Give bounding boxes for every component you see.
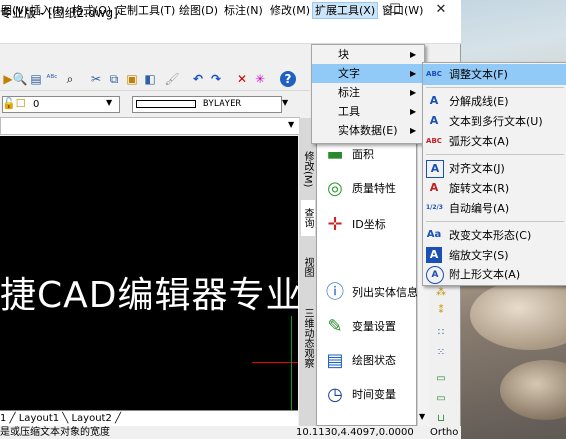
palette-item-time-variables[interactable]: ◷ 时间变量 bbox=[322, 380, 396, 410]
palette-item-id-point[interactable]: ✛ ID坐标 bbox=[322, 210, 385, 240]
menu-view[interactable]: 图(V) bbox=[0, 3, 30, 20]
purge-icon[interactable]: ✳ bbox=[252, 71, 268, 87]
tab-modify[interactable]: 修改(M) bbox=[301, 146, 315, 192]
menu-item-text[interactable]: 文字 bbox=[312, 64, 424, 83]
ucs-y-axis bbox=[291, 316, 292, 410]
text-to-mtext-icon: A bbox=[429, 114, 439, 127]
submenu-arrow-icon: ▶ bbox=[410, 69, 417, 78]
print-preview-icon[interactable]: 🔍 bbox=[12, 71, 28, 87]
menu-item-entity-data[interactable]: 实体数据(E) bbox=[312, 121, 424, 140]
redo-icon[interactable]: ↷ bbox=[208, 71, 224, 87]
layout-tabs[interactable]: 1 ╱ Layout1 ╲ Layout2 ╱ bbox=[0, 410, 298, 426]
print-icon[interactable]: ▤ bbox=[28, 71, 44, 87]
menu-insert[interactable]: 插入(I) bbox=[28, 3, 66, 20]
change-case-icon: Aa bbox=[426, 229, 442, 240]
menu-bar bbox=[0, 22, 461, 44]
submenu-arrow-icon: ▶ bbox=[410, 50, 417, 59]
menu-item-text-on-shape[interactable]: A 附上形文本(A) bbox=[423, 264, 566, 285]
text-on-shape-icon: A bbox=[426, 266, 444, 284]
menu-item-change-case[interactable]: Aa 改变文本形态(C) bbox=[423, 225, 566, 246]
submenu-arrow-icon: ▶ bbox=[410, 88, 417, 97]
scale-text-icon: A bbox=[426, 247, 442, 263]
color-swatch bbox=[136, 100, 196, 108]
palette-item-drawing-status[interactable]: ▤ 绘图状态 bbox=[322, 346, 396, 376]
explode-text-icon: A bbox=[429, 94, 439, 107]
menu-item-explode-text[interactable]: A 分解成线(E) bbox=[423, 91, 566, 112]
menu-draw[interactable]: 绘图(D) bbox=[177, 3, 220, 20]
ortho-toggle[interactable]: Ortho bbox=[430, 426, 458, 439]
undo-icon[interactable]: ↶ bbox=[190, 71, 206, 87]
canvas-text: 捷CAD编辑器专业版 bbox=[0, 275, 340, 316]
clock-icon: ◷ bbox=[327, 384, 343, 405]
menu-item-adjust-text[interactable]: ABC 调整文本(F) bbox=[423, 64, 566, 85]
tab-inquiry[interactable]: 查询 bbox=[301, 200, 315, 236]
id-point-icon: ✛ bbox=[327, 214, 343, 235]
palette-item-area[interactable]: ▬ 面积 bbox=[322, 140, 374, 170]
cut-icon[interactable]: ✂ bbox=[88, 71, 104, 87]
coordinate-readout: 10.1130,4.4097,0.0000 bbox=[296, 427, 414, 438]
menu-item-dimension[interactable]: 标注 bbox=[312, 83, 424, 102]
menu-modify[interactable]: 修改(M) bbox=[268, 3, 312, 20]
chevron-down-icon[interactable]: ▼ bbox=[106, 98, 112, 107]
align-text-icon: A bbox=[426, 160, 444, 178]
find-icon[interactable]: ⌕ bbox=[62, 71, 78, 87]
tab-view[interactable]: 视图 bbox=[301, 252, 315, 282]
snap-icon[interactable]: ⁙ bbox=[434, 346, 448, 360]
spellcheck-icon[interactable]: ᴬᴮᶜ bbox=[44, 71, 60, 87]
menu-separator bbox=[426, 154, 564, 155]
paste-icon[interactable]: ▣ bbox=[124, 71, 140, 87]
erase-icon[interactable]: ✕ bbox=[234, 71, 250, 87]
submenu-arrow-icon: ▶ bbox=[410, 126, 417, 135]
variable-settings-icon: ✎ bbox=[327, 316, 343, 337]
match-properties-icon[interactable]: 🖌 bbox=[164, 71, 180, 87]
menu-item-tools[interactable]: 工具 bbox=[312, 102, 424, 121]
layer-state-icon: 🔓☐ bbox=[2, 97, 26, 110]
menu-item-arc-text[interactable]: ABC 弧形文本(A) bbox=[423, 131, 566, 152]
arc-text-icon: ABC bbox=[426, 137, 442, 145]
area-icon: ▬ bbox=[326, 144, 344, 165]
menu-item-text-to-mtext[interactable]: A 文本到多行文本(U) bbox=[423, 111, 566, 132]
help-icon[interactable]: ? bbox=[280, 71, 296, 87]
menu-window[interactable]: 窗口(W) bbox=[380, 3, 425, 20]
grid-icon[interactable]: ∷ bbox=[434, 326, 448, 340]
drawing-status-icon: ▤ bbox=[326, 350, 344, 371]
list-info-icon: ⓘ bbox=[326, 282, 344, 303]
submenu-arrow-icon: ▶ bbox=[410, 107, 417, 116]
menu-dimension[interactable]: 标注(N) bbox=[222, 3, 265, 20]
menu-item-align-text[interactable]: A 对齐文本(J) bbox=[423, 158, 566, 179]
chevron-down-icon[interactable]: ▼ bbox=[419, 412, 425, 421]
menu-separator bbox=[426, 87, 564, 88]
tab-3d-orbit[interactable]: 三维动态观察 bbox=[301, 300, 315, 376]
rectangle-icon[interactable]: ▭ bbox=[434, 372, 448, 386]
palette-item-list-info[interactable]: ⓘ 列出实体信息 bbox=[322, 278, 418, 308]
menu-separator bbox=[426, 221, 564, 222]
chevron-down-icon[interactable]: ▼ bbox=[282, 98, 288, 107]
block-icon[interactable]: ◧ bbox=[142, 71, 158, 87]
menu-extended-tools[interactable]: 扩展工具(X) bbox=[312, 2, 379, 19]
rotate-text-icon: A bbox=[429, 181, 439, 194]
extend-icon[interactable]: ⊔ bbox=[434, 412, 448, 426]
palette-item-mass-properties[interactable]: ◎ 质量特性 bbox=[322, 174, 396, 204]
auto-number-icon: 1/2/3 bbox=[426, 204, 443, 211]
menu-item-auto-number[interactable]: 1/2/3 自动编号(A) bbox=[423, 198, 566, 219]
menu-format[interactable]: 格式(O) bbox=[70, 3, 113, 20]
chevron-down-icon[interactable]: ▼ bbox=[288, 120, 294, 129]
menu-item-block[interactable]: 块 bbox=[312, 45, 424, 64]
adjust-text-icon: ABC bbox=[426, 70, 442, 78]
mass-properties-icon: ◎ bbox=[327, 178, 343, 199]
copy-icon[interactable]: ⧉ bbox=[106, 71, 122, 87]
stretch-icon[interactable]: ▭ bbox=[434, 392, 448, 406]
palette-item-variable-settings[interactable]: ✎ 变量设置 bbox=[322, 312, 396, 342]
menu-custom-tools[interactable]: 定制工具(T) bbox=[114, 3, 177, 20]
menu-item-rotate-text[interactable]: A 旋转文本(R) bbox=[423, 178, 566, 199]
menu-item-scale-text[interactable]: A 缩放文字(S) bbox=[423, 245, 566, 266]
mirror-icon[interactable]: ⁑ bbox=[434, 304, 448, 318]
array-icon[interactable]: ⁂ bbox=[434, 286, 448, 300]
document-tab-strip bbox=[0, 117, 300, 135]
close-button[interactable]: ✕ bbox=[424, 0, 458, 22]
